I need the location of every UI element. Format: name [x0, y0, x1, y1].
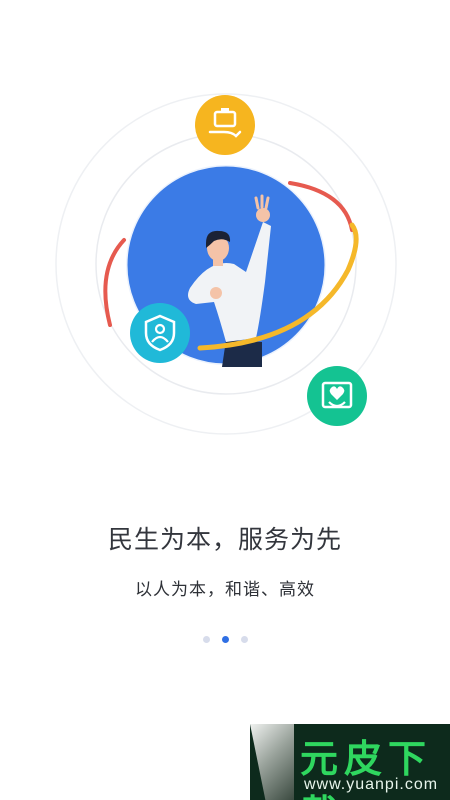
page-indicator [0, 636, 450, 643]
page-subtitle: 以人为本，和谐、高效 [135, 580, 315, 600]
heart-care-icon [307, 366, 367, 426]
service-hand-icon [195, 95, 255, 155]
page-title: 民生为本，服务为先 [107, 525, 342, 554]
page-dot-3[interactable] [240, 636, 248, 643]
onboarding-screen: 民生为本，服务为先 以人为本，和谐、高效 元皮下载 www.yuanpi.com [0, 0, 450, 800]
watermark: 元皮下载 www.yuanpi.com [250, 724, 450, 800]
watermark-logo-icon [250, 724, 294, 800]
page-dot-1[interactable] [202, 636, 210, 643]
hero-illustration [55, 93, 397, 435]
red-orbit-arc [103, 238, 126, 327]
watermark-url: www.yuanpi.com [304, 776, 439, 793]
shield-user-icon [130, 303, 190, 363]
page-dot-2-active[interactable] [221, 636, 229, 643]
